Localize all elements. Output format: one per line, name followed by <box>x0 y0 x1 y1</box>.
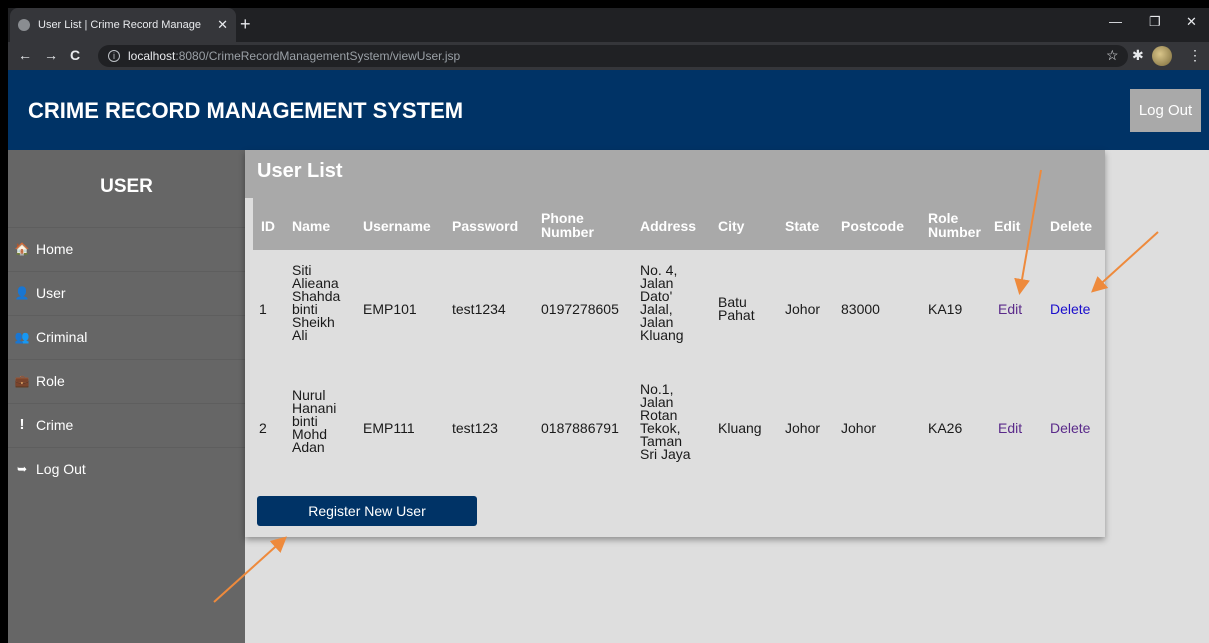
delete-link[interactable]: Delete <box>1050 302 1090 316</box>
col-header-name: Name <box>292 218 331 234</box>
sidebar: USER 🏠 Home 👤 User 👥 Criminal 💼 Role ! C… <box>8 150 245 643</box>
cell-phone: 0197278605 <box>541 301 619 317</box>
delete-link[interactable]: Delete <box>1050 421 1090 435</box>
home-icon: 🏠 <box>14 241 30 256</box>
briefcase-icon: 💼 <box>14 373 30 388</box>
sidebar-item-crime[interactable]: ! Crime <box>8 403 245 445</box>
edit-link[interactable]: Edit <box>998 421 1022 435</box>
cell-id: 2 <box>259 420 267 436</box>
sidebar-item-user[interactable]: 👤 User <box>8 271 245 313</box>
sidebar-item-home[interactable]: 🏠 Home <box>8 227 245 269</box>
info-icon[interactable]: i <box>108 50 120 62</box>
globe-icon <box>18 19 30 31</box>
exclamation-icon: ! <box>19 416 25 433</box>
cell-password: test123 <box>452 420 498 436</box>
logout-button[interactable]: Log Out <box>1130 89 1201 132</box>
forward-arrow-icon[interactable]: → <box>44 47 58 63</box>
browser-toolbar: ← → C i localhost:8080/CrimeRecordManage… <box>8 42 1209 70</box>
col-header-role: Role <box>928 210 959 226</box>
cell-name: Ali <box>292 327 308 343</box>
cell-name: Adan <box>292 439 325 455</box>
star-icon[interactable]: ☆ <box>1106 47 1119 64</box>
col-header-state: State <box>785 218 820 234</box>
cell-role: KA26 <box>928 420 963 436</box>
col-header-role-2: Number <box>928 224 981 240</box>
sidebar-item-role[interactable]: 💼 Role <box>8 359 245 401</box>
browser-tab[interactable]: User List | Crime Record Manage ✕ <box>10 8 236 42</box>
col-header-city: City <box>718 218 745 234</box>
cell-state: Johor <box>785 301 821 317</box>
tab-bar: User List | Crime Record Manage ✕ + — ❐ … <box>8 8 1209 42</box>
sidebar-item-criminal[interactable]: 👥 Criminal <box>8 315 245 357</box>
col-header-phone-2: Number <box>541 224 594 240</box>
sidebar-item-label: Role <box>36 372 65 389</box>
url-host: localhost <box>128 49 176 63</box>
cell-phone: 0187886791 <box>541 420 619 436</box>
tab-title: User List | Crime Record Manage <box>38 19 202 31</box>
profile-avatar[interactable] <box>1152 46 1172 66</box>
app-header: CRIME RECORD MANAGEMENT SYSTEM Log Out <box>8 70 1209 150</box>
col-header-id: ID <box>261 218 275 234</box>
col-header-phone: Phone <box>541 210 584 226</box>
cell-username: EMP101 <box>363 301 417 317</box>
col-header-postcode: Postcode <box>841 218 905 234</box>
user-list-panel: User List ID Name Username Password Phon… <box>245 150 1105 537</box>
cell-username: EMP111 <box>363 420 415 436</box>
edit-link[interactable]: Edit <box>998 302 1022 316</box>
new-tab-button[interactable]: + <box>240 15 251 33</box>
close-window-icon[interactable]: ✕ <box>1186 14 1197 30</box>
register-new-user-button[interactable]: Register New User <box>257 496 477 526</box>
col-header-edit: Edit <box>994 218 1021 234</box>
app-page: CRIME RECORD MANAGEMENT SYSTEM Log Out U… <box>8 70 1209 643</box>
sidebar-item-label: User <box>36 284 66 301</box>
user-icon: 👤 <box>14 285 30 300</box>
cell-address: Kluang <box>640 327 684 343</box>
col-header-password: Password <box>452 218 519 234</box>
cell-postcode: Johor <box>841 420 877 436</box>
app-title: CRIME RECORD MANAGEMENT SYSTEM <box>28 98 464 123</box>
col-header-username: Username <box>363 218 431 234</box>
cell-state: Johor <box>785 420 821 436</box>
cell-id: 1 <box>259 301 267 317</box>
address-bar[interactable]: i localhost:8080/CrimeRecordManagementSy… <box>98 45 1128 67</box>
sidebar-item-label: Log Out <box>36 460 86 477</box>
col-header-address: Address <box>640 218 697 234</box>
panel-title: User List <box>245 150 1105 198</box>
url-path: :8080/CrimeRecordManagementSystem/viewUs… <box>175 49 461 63</box>
sidebar-title: USER <box>100 176 153 197</box>
minimize-icon[interactable]: — <box>1109 14 1122 29</box>
cell-city: Pahat <box>718 307 755 323</box>
back-arrow-icon[interactable]: ← <box>18 47 32 63</box>
users-icon: 👥 <box>14 329 30 344</box>
cell-address: Sri Jaya <box>640 446 691 462</box>
cell-city: Kluang <box>718 420 762 436</box>
browser-window: User List | Crime Record Manage ✕ + — ❐ … <box>8 8 1209 643</box>
maximize-icon[interactable]: ❐ <box>1149 14 1161 30</box>
sign-out-icon: ➥ <box>16 461 28 476</box>
extensions-icon[interactable]: ✱ <box>1132 47 1144 64</box>
close-tab-icon[interactable]: ✕ <box>217 17 228 33</box>
sidebar-item-label: Home <box>36 240 74 257</box>
menu-icon[interactable]: ⋮ <box>1188 47 1202 64</box>
col-header-delete: Delete <box>1050 218 1093 234</box>
cell-password: test1234 <box>452 301 506 317</box>
cell-postcode: 83000 <box>841 301 880 317</box>
sidebar-item-label: Criminal <box>36 328 88 345</box>
cell-role: KA19 <box>928 301 963 317</box>
sidebar-item-label: Crime <box>36 416 74 433</box>
reload-icon[interactable]: C <box>70 47 80 63</box>
sidebar-item-logout[interactable]: ➥ Log Out <box>8 447 245 489</box>
